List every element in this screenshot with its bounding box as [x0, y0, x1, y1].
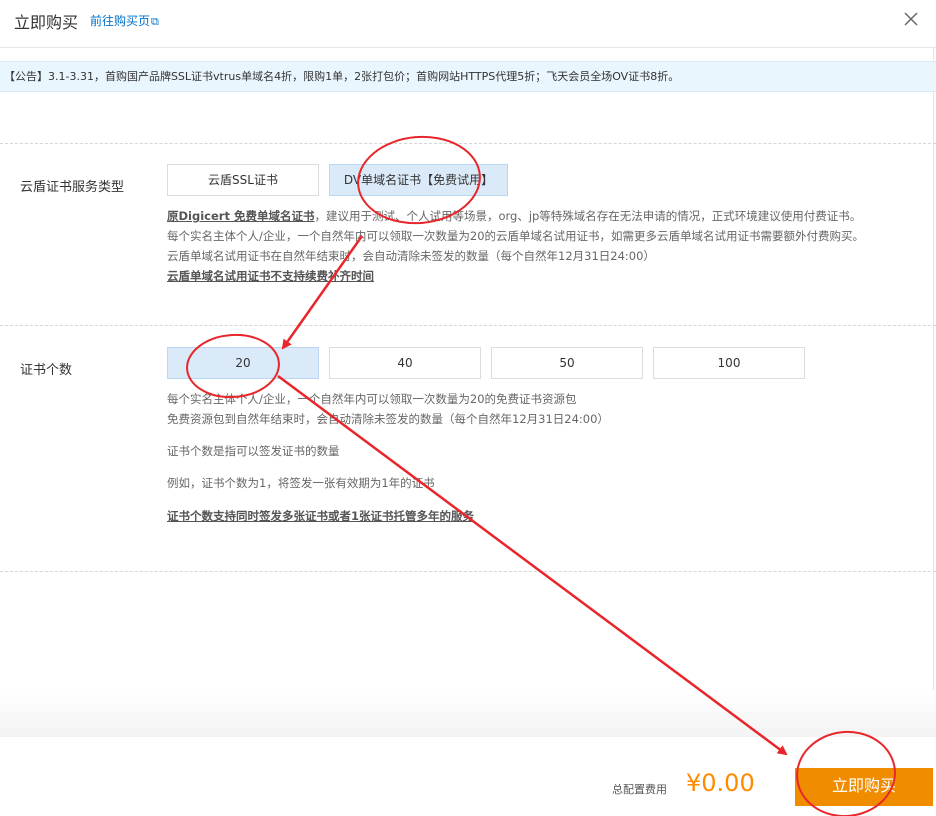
announcement-banner: 【公告】3.1-3.31，首购国产品牌SSL证书vtrus单域名4折，限购1单，…	[0, 61, 936, 92]
section-divider	[0, 143, 936, 144]
dialog-header: 立即购买 前往购买页⧉	[0, 0, 936, 48]
buy-now-button[interactable]: 立即购买	[795, 768, 933, 806]
digicert-free-cert-link[interactable]: 原Digicert 免费单域名证书	[167, 209, 314, 223]
service-desc-line1: 原Digicert 免费单域名证书，建议用于测试、个人试用等场景，org、jp等…	[167, 206, 861, 226]
count-desc-line5-link[interactable]: 证书个数支持同时签发多张证书或者1张证书托管多年的服务	[167, 506, 474, 526]
cert-count-label: 证书个数	[20, 363, 73, 378]
goto-purchase-page-link[interactable]: 前往购买页⧉	[90, 12, 159, 29]
service-desc-line2: 每个实名主体个人/企业，一个自然年内可以领取一次数量为20的云盾单域名试用证书，…	[167, 229, 865, 243]
count-desc-line4: 例如，证书个数为1，将签发一张有效期为1年的证书	[167, 476, 435, 490]
count-desc-line2: 免费资源包到自然年结束时，会自动清除未签发的数量（每个自然年12月31日24:0…	[167, 412, 609, 426]
external-link-icon: ⧉	[151, 15, 159, 28]
option-dv-free-trial[interactable]: DV单域名证书【免费试用】	[329, 164, 508, 196]
total-cost-label: 总配置费用	[612, 783, 667, 796]
scroll-track[interactable]	[933, 48, 934, 736]
service-desc-line1-text: ，建议用于测试、个人试用等场景，org、jp等特殊域名存在无法申请的情况，正式环…	[314, 209, 862, 223]
cert-count-option-50[interactable]: 50	[491, 347, 643, 379]
count-desc-line3: 证书个数是指可以签发证书的数量	[167, 444, 340, 458]
total-price: ¥0.00	[686, 769, 755, 797]
section-divider	[0, 325, 936, 326]
service-type-label: 云盾证书服务类型	[20, 180, 125, 195]
count-desc-line1: 每个实名主体个人/企业，一个自然年内可以领取一次数量为20的免费证书资源包	[167, 392, 577, 406]
service-desc-line3: 云盾单域名试用证书在自然年结束时，会自动清除未签发的数量（每个自然年12月31日…	[167, 249, 655, 263]
cert-count-option-100[interactable]: 100	[653, 347, 805, 379]
cert-count-option-20[interactable]: 20	[167, 347, 319, 379]
option-yundun-ssl[interactable]: 云盾SSL证书	[167, 164, 319, 196]
section-divider	[0, 571, 936, 572]
goto-purchase-page-label: 前往购买页	[90, 14, 151, 28]
close-icon[interactable]	[902, 10, 920, 28]
cert-count-option-40[interactable]: 40	[329, 347, 481, 379]
dialog-title: 立即购买	[14, 13, 79, 32]
service-desc-line4-link[interactable]: 云盾单域名试用证书不支持续费补齐时间	[167, 266, 374, 286]
footer-shadow	[0, 690, 936, 738]
